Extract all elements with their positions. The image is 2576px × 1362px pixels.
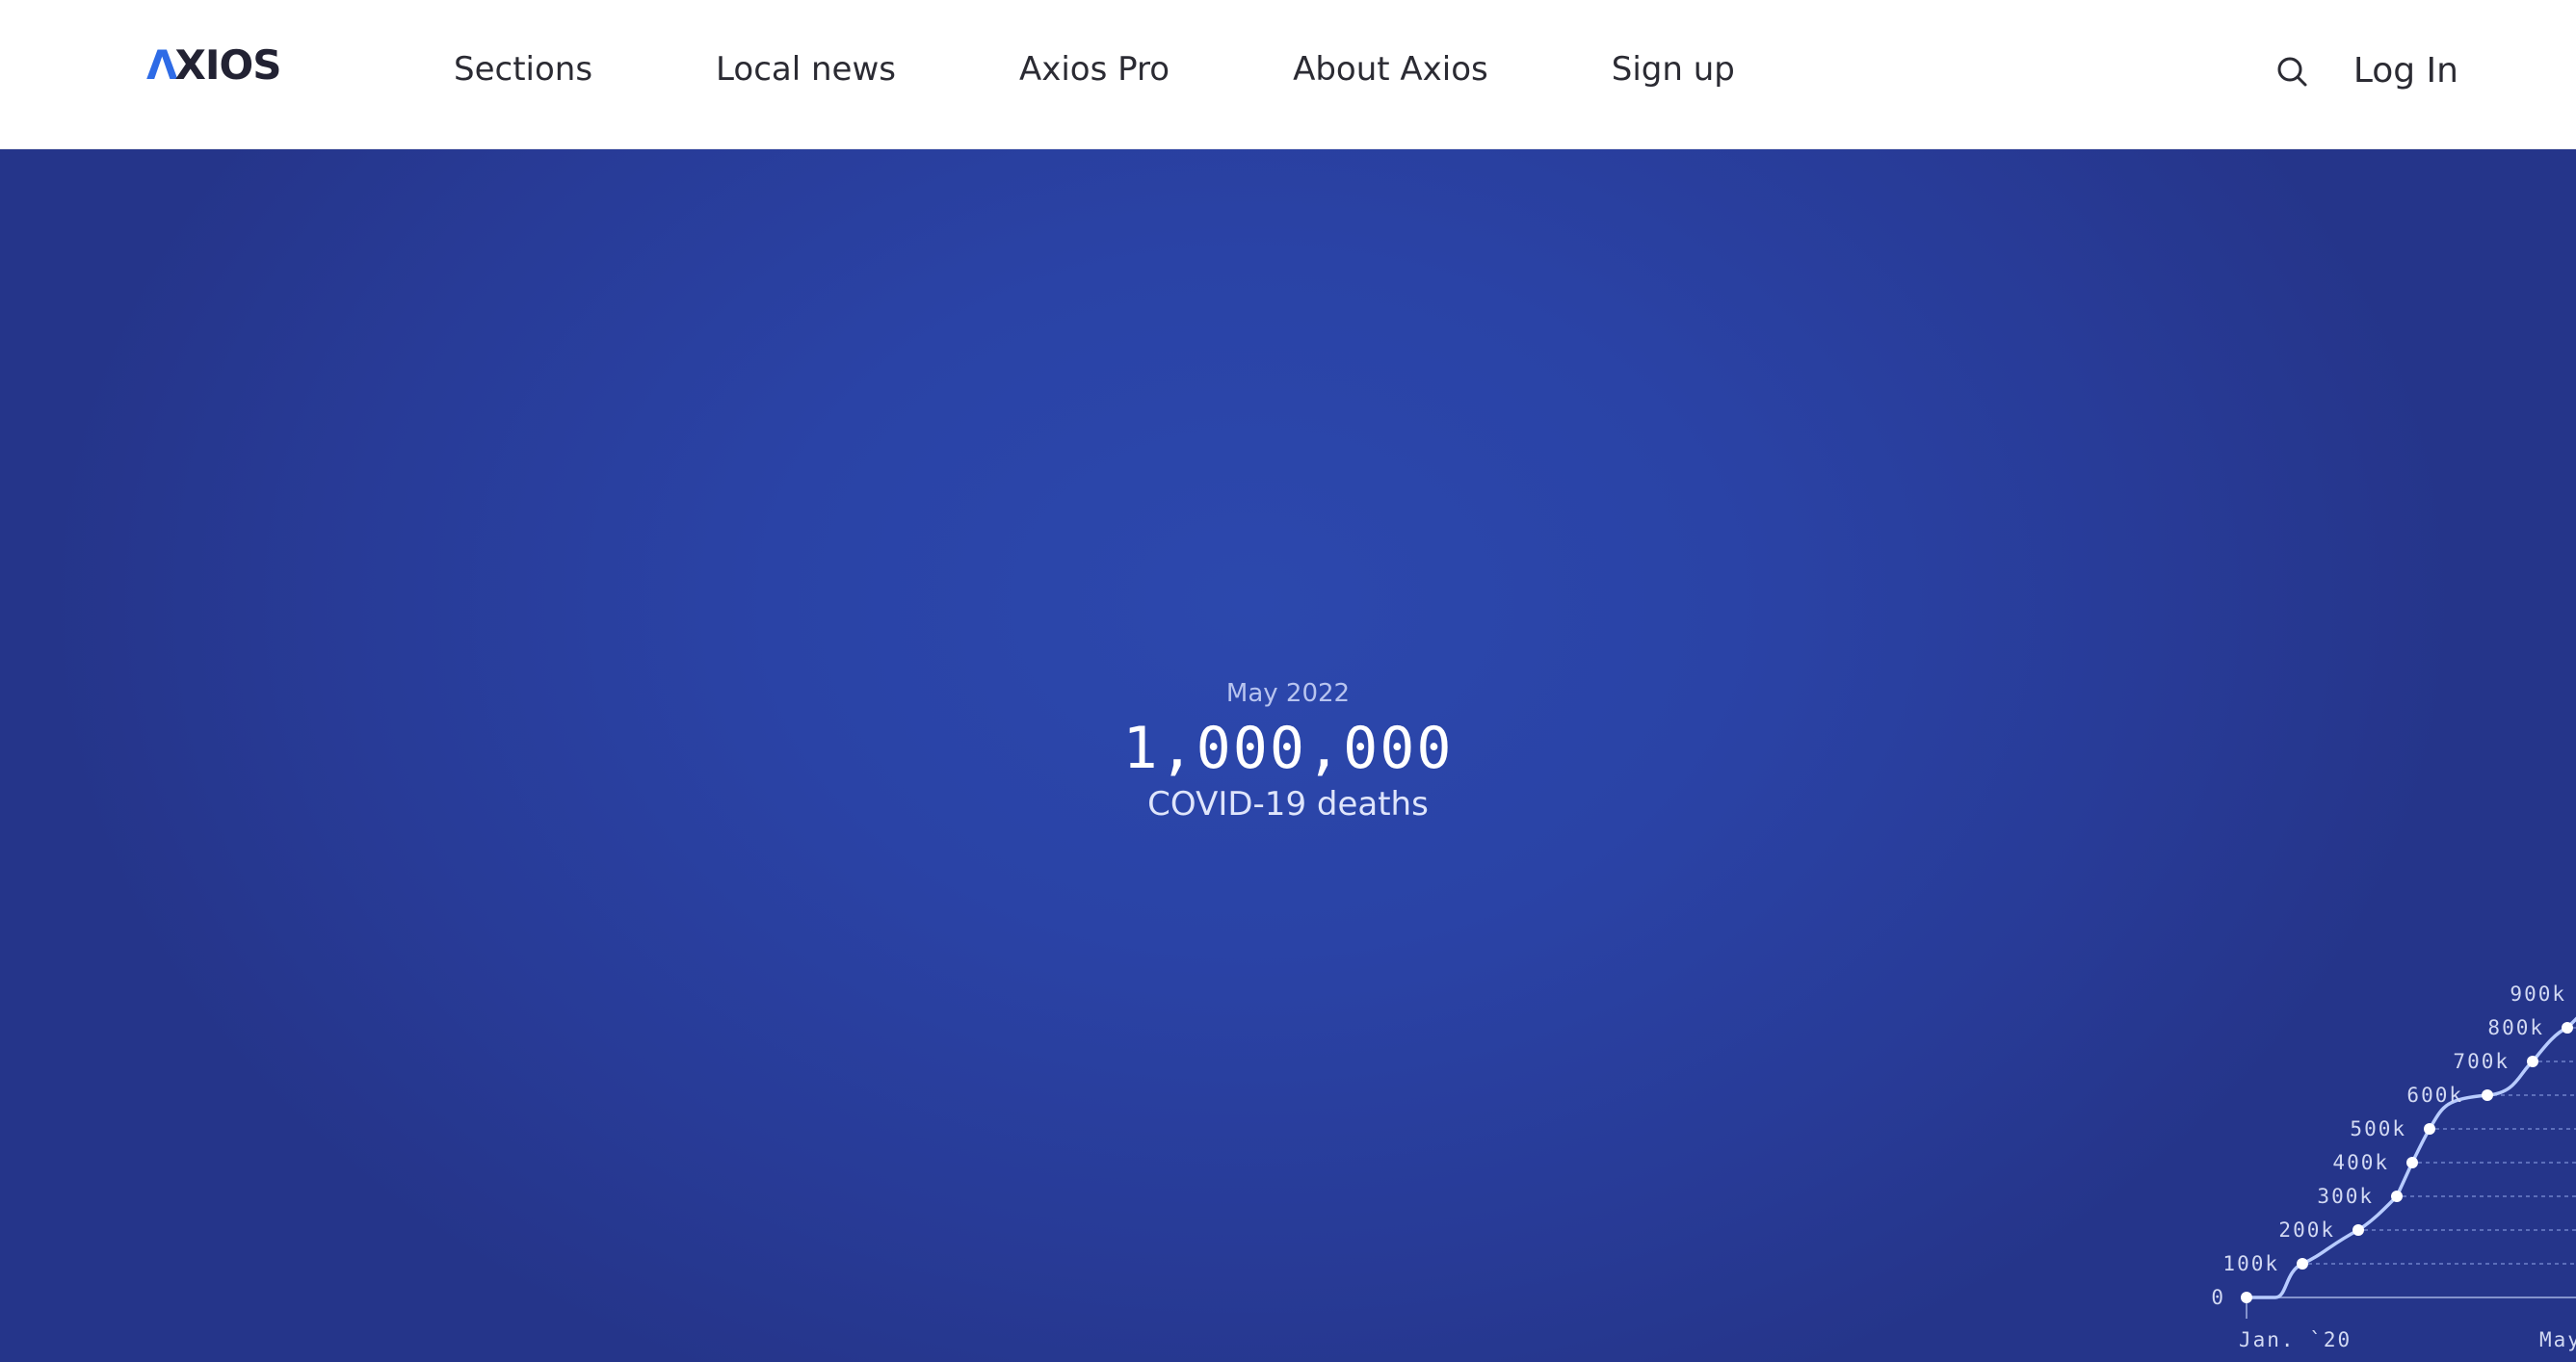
- chart-point: [2424, 1123, 2435, 1135]
- chart-series-line: [2247, 1016, 2576, 1299]
- nav-right: Log In: [2274, 46, 2458, 96]
- nav-link-local-news[interactable]: Local news: [716, 44, 896, 94]
- chart-point: [2527, 1056, 2538, 1067]
- nav-link-axios-pro[interactable]: Axios Pro: [1019, 44, 1170, 94]
- chart-y-tick-label: 600k: [2406, 1084, 2463, 1107]
- hero-section: May 2022 1,000,000 COVID-19 deaths 0 100k…: [0, 149, 2576, 1362]
- chart-point: [2482, 1089, 2493, 1101]
- chart-y-tick-label: 500k: [2350, 1117, 2406, 1140]
- axios-logo[interactable]: Λ XIOS: [146, 40, 282, 89]
- chart-y-tick-label: 400k: [2332, 1151, 2389, 1174]
- chart-y-tick-label: 900k: [2510, 982, 2566, 1006]
- chart-y-tick-label: 300k: [2317, 1185, 2374, 1208]
- chart-point: [2391, 1191, 2403, 1202]
- chart-y-tick-label: 0: [2211, 1286, 2225, 1309]
- chart-point: [2562, 1022, 2573, 1034]
- chart-y-tick-label: 100k: [2222, 1252, 2279, 1275]
- top-navigation: Λ XIOS Sections Local news Axios Pro Abo…: [0, 0, 2576, 149]
- nav-link-about-axios[interactable]: About Axios: [1293, 44, 1488, 94]
- chart-x-tick-label: Jan. `20: [2239, 1328, 2352, 1351]
- chart-point: [2241, 1292, 2252, 1303]
- logo-mark: Λ: [146, 40, 178, 89]
- search-icon[interactable]: [2274, 54, 2309, 89]
- chart-y-tick-label: 700k: [2453, 1050, 2510, 1073]
- chart-point: [2353, 1224, 2364, 1236]
- nav-links: Sections Local news Axios Pro About Axio…: [454, 44, 1858, 94]
- chart-point: [2297, 1258, 2308, 1270]
- chart-x-tick-label: May: [2539, 1328, 2576, 1351]
- nav-link-sections[interactable]: Sections: [454, 44, 592, 94]
- deaths-line-chart: 0 100k 200k 300k 400k 500k600k 700k 800k 900k Jan…: [2211, 982, 2576, 1351]
- logo-text: XIOS: [174, 40, 282, 89]
- chart-y-tick-label: 800k: [2487, 1016, 2544, 1039]
- nav-link-sign-up[interactable]: Sign up: [1612, 44, 1735, 94]
- chart-point: [2406, 1157, 2418, 1168]
- chart-y-tick-label: 200k: [2278, 1218, 2335, 1242]
- login-link[interactable]: Log In: [2353, 46, 2458, 96]
